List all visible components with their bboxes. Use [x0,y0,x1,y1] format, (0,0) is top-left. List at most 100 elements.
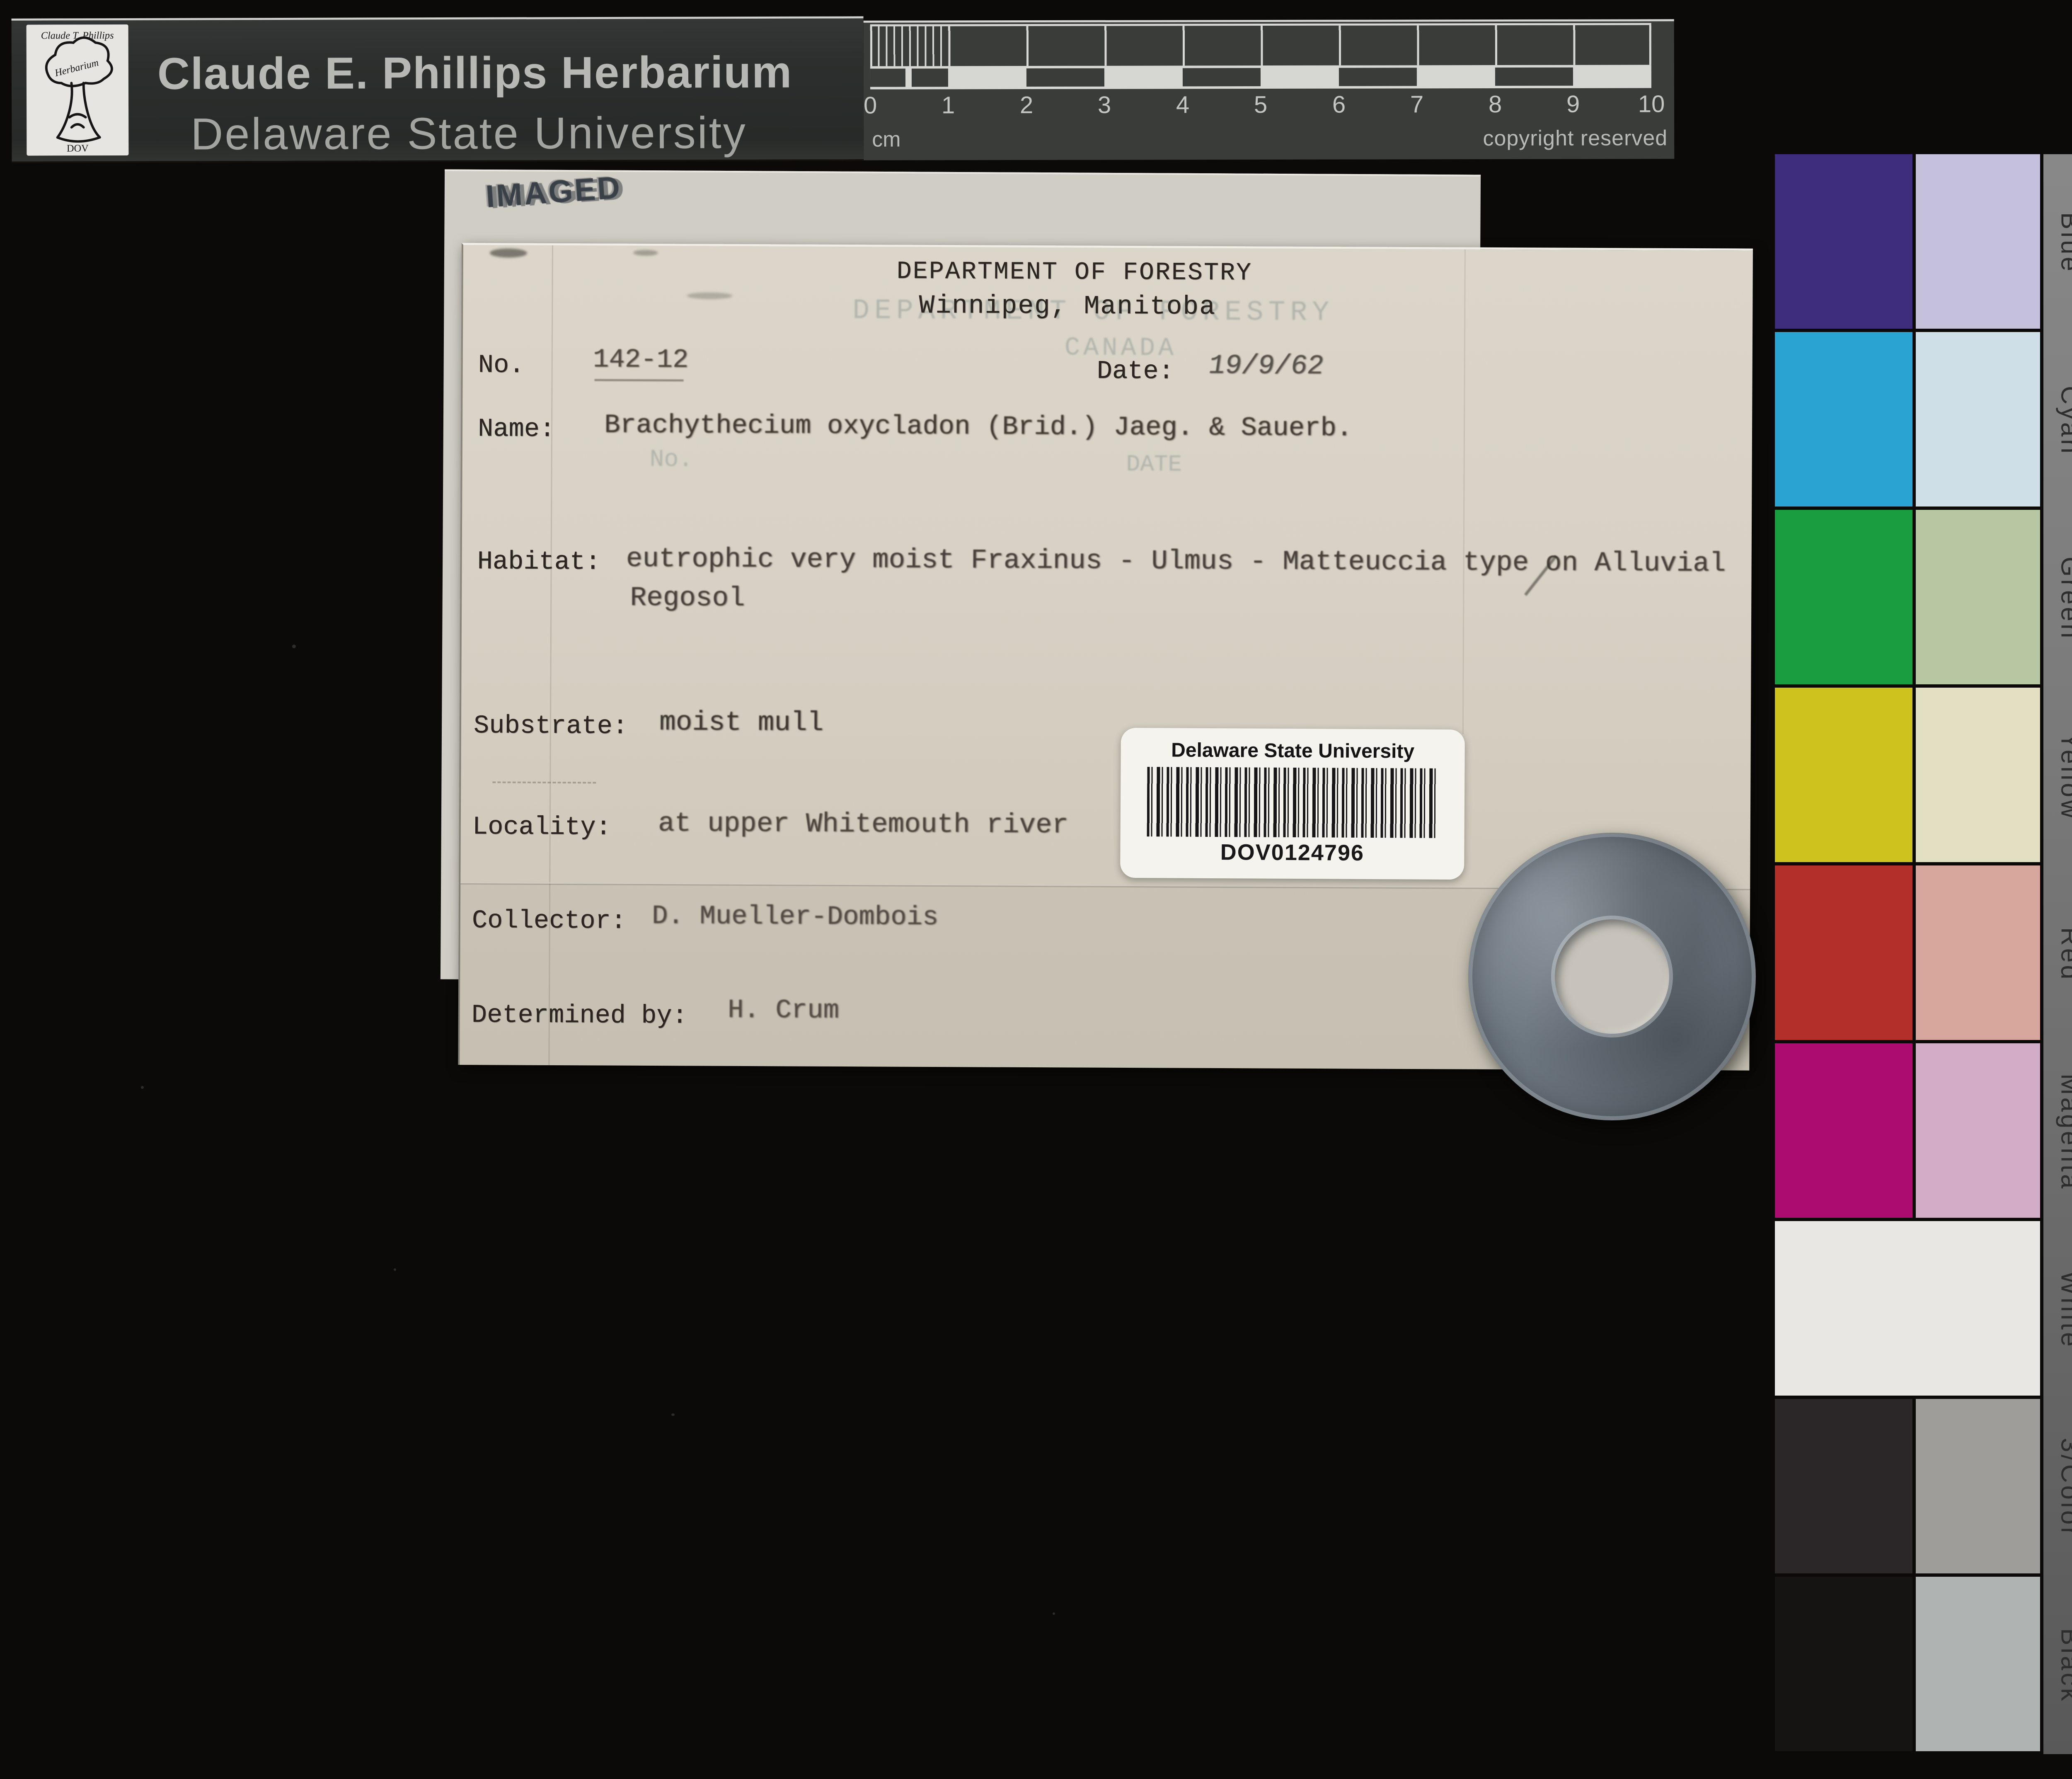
checker-block [1182,68,1261,87]
chart-row-green [1775,510,2072,684]
field-date-value: 19/9/62 [1206,350,1326,382]
swatch-white [1775,1221,2040,1396]
swatch-black-tint [1916,1577,2040,1751]
tick-label: 2 [1019,91,1034,119]
ink-smudge [633,250,658,256]
tick-label: 3 [1097,91,1111,119]
swatch-cyan-solid [1775,332,1912,507]
tick-label: 4 [1176,91,1190,119]
chart-label-green: Green [2055,557,2072,641]
chart-label-cyan: Cyan [2055,386,2072,456]
barcode-institution: Delaware State University [1171,739,1415,763]
herbarium-title: Claude E. Phillips Herbarium [157,46,793,99]
lint-speck [1053,1612,1055,1615]
tick-label: 10 [1638,90,1665,118]
color-calibration-chart: Blue Cyan Green Yellow Red Magenta White… [1775,154,2072,1756]
lint-speck [671,1413,675,1416]
swatch-black-solid [1775,1577,1912,1751]
swatch-magenta-solid [1775,1043,1912,1218]
tree-logo-drawing: Claude T. Phillips Herbarium DOV [41,30,114,154]
swatch-magenta-tint [1916,1043,2040,1218]
ghost-text-no: No. [649,446,693,474]
field-substrate-value: moist mull [659,707,824,739]
tick-label: 7 [1410,91,1424,118]
field-date-label: Date: [1097,356,1174,386]
field-habitat-value-line1: eutrophic very moist Fraxinus - Ulmus - … [626,543,1726,579]
swatch-green-tint [1916,510,2040,684]
field-collector-label: Collector: [472,906,627,936]
chart-label-cell: Magenta [2043,1043,2072,1221]
chart-label-yellow: Yellow [2055,732,2072,821]
barcode-icon [1147,767,1438,838]
metal-washer [1468,833,1756,1120]
field-locality-value: at upper Whitemouth river [658,808,1069,841]
herbarium-subtitle: Delaware State University [191,107,747,159]
chart-label-cell: Cyan [2043,332,2072,510]
swatch-red-tint [1916,865,2040,1040]
chart-label-cell: Red [2043,865,2072,1043]
field-no-label: No. [478,350,525,380]
label-city-line: Winnipeg, Manitoba [919,291,1216,322]
field-habitat-label: Habitat: [477,547,601,577]
chart-label-3color: 3/Color [2055,1437,2072,1538]
tick-label: 0 [863,92,877,119]
field-substrate-label: Substrate: [473,711,628,741]
label-department-line: DEPARTMENT OF FORESTRY [896,257,1252,288]
barcode-sticker: Delaware State University DOV0124796 [1120,727,1465,880]
paper-crease [1462,249,1466,734]
chart-row-black [1775,1577,2072,1751]
field-habitat-value-line2: Regosol [630,582,745,614]
chart-label-red: Red [2055,927,2072,982]
field-name-label: Name: [477,414,555,444]
chart-row-cyan [1775,332,2072,507]
scale-bar: 0 1 2 3 4 5 6 7 8 9 10 cm copyright rese… [863,19,1675,160]
chart-row-white [1775,1221,2072,1396]
lint-speck [141,1086,144,1089]
checker-block [1495,67,1573,86]
scale-bar-numbers: 0 1 2 3 4 5 6 7 8 9 10 [864,90,1665,120]
swatch-3color-solid [1775,1399,1912,1573]
swatch-red-solid [1775,865,1912,1040]
herbarium-logo: Claude T. Phillips Herbarium DOV [26,24,129,156]
typed-underline [594,379,684,382]
chart-label-cell: Yellow [2043,688,2072,865]
chart-row-yellow [1775,688,2072,862]
chart-label-blue: Blue [2055,212,2072,274]
pencil-dashes [492,781,596,784]
lint-speck [394,1268,396,1271]
chart-label-black: Black [2055,1628,2072,1704]
chart-label-cell: Green [2043,510,2072,688]
field-locality-label: Locality: [472,812,611,842]
chart-row-magenta [1775,1043,2072,1218]
chart-row-3color [1775,1399,2072,1573]
chart-label-cell: White [2043,1221,2072,1399]
field-determined-value: H. Crum [727,995,839,1026]
herbarium-name-plaque: Claude T. Phillips Herbarium DOV Claude … [11,16,864,163]
scale-bar-cm-cells [870,23,1651,66]
ghost-text-date: DATE [1126,451,1182,478]
scale-unit-label: cm [872,127,901,152]
chart-label-white: White [2055,1271,2072,1349]
tick-label: 9 [1566,90,1580,118]
swatch-green-solid [1775,510,1912,684]
chart-label-cell: Black [2043,1577,2072,1755]
ink-smudge [687,292,733,299]
chart-row-red [1775,865,2072,1040]
washer-hole [1555,919,1669,1034]
barcode-accession-number: DOV0124796 [1220,840,1365,865]
scale-bar-mm-comb [870,26,948,66]
logo-mid-text: Herbarium [53,57,99,79]
swatch-yellow-tint [1916,688,2040,862]
tick-label: 5 [1254,91,1268,119]
chart-label-cell: 3/Color [2043,1399,2072,1577]
logo-bottom-text: DOV [67,143,89,154]
checker-block [1339,68,1417,86]
chart-label-strip: Blue Cyan Green Yellow Red Magenta White… [2043,154,2072,1754]
swatch-blue-solid [1775,154,1912,329]
swatch-3color-tint [1916,1399,2040,1573]
ink-smudge [489,248,527,258]
herbarium-specimen-photo: Claude T. Phillips Herbarium DOV Claude … [0,0,2072,1779]
lint-speck [292,645,296,648]
checker-block [870,68,905,87]
field-no-value: 142-12 [593,345,689,376]
